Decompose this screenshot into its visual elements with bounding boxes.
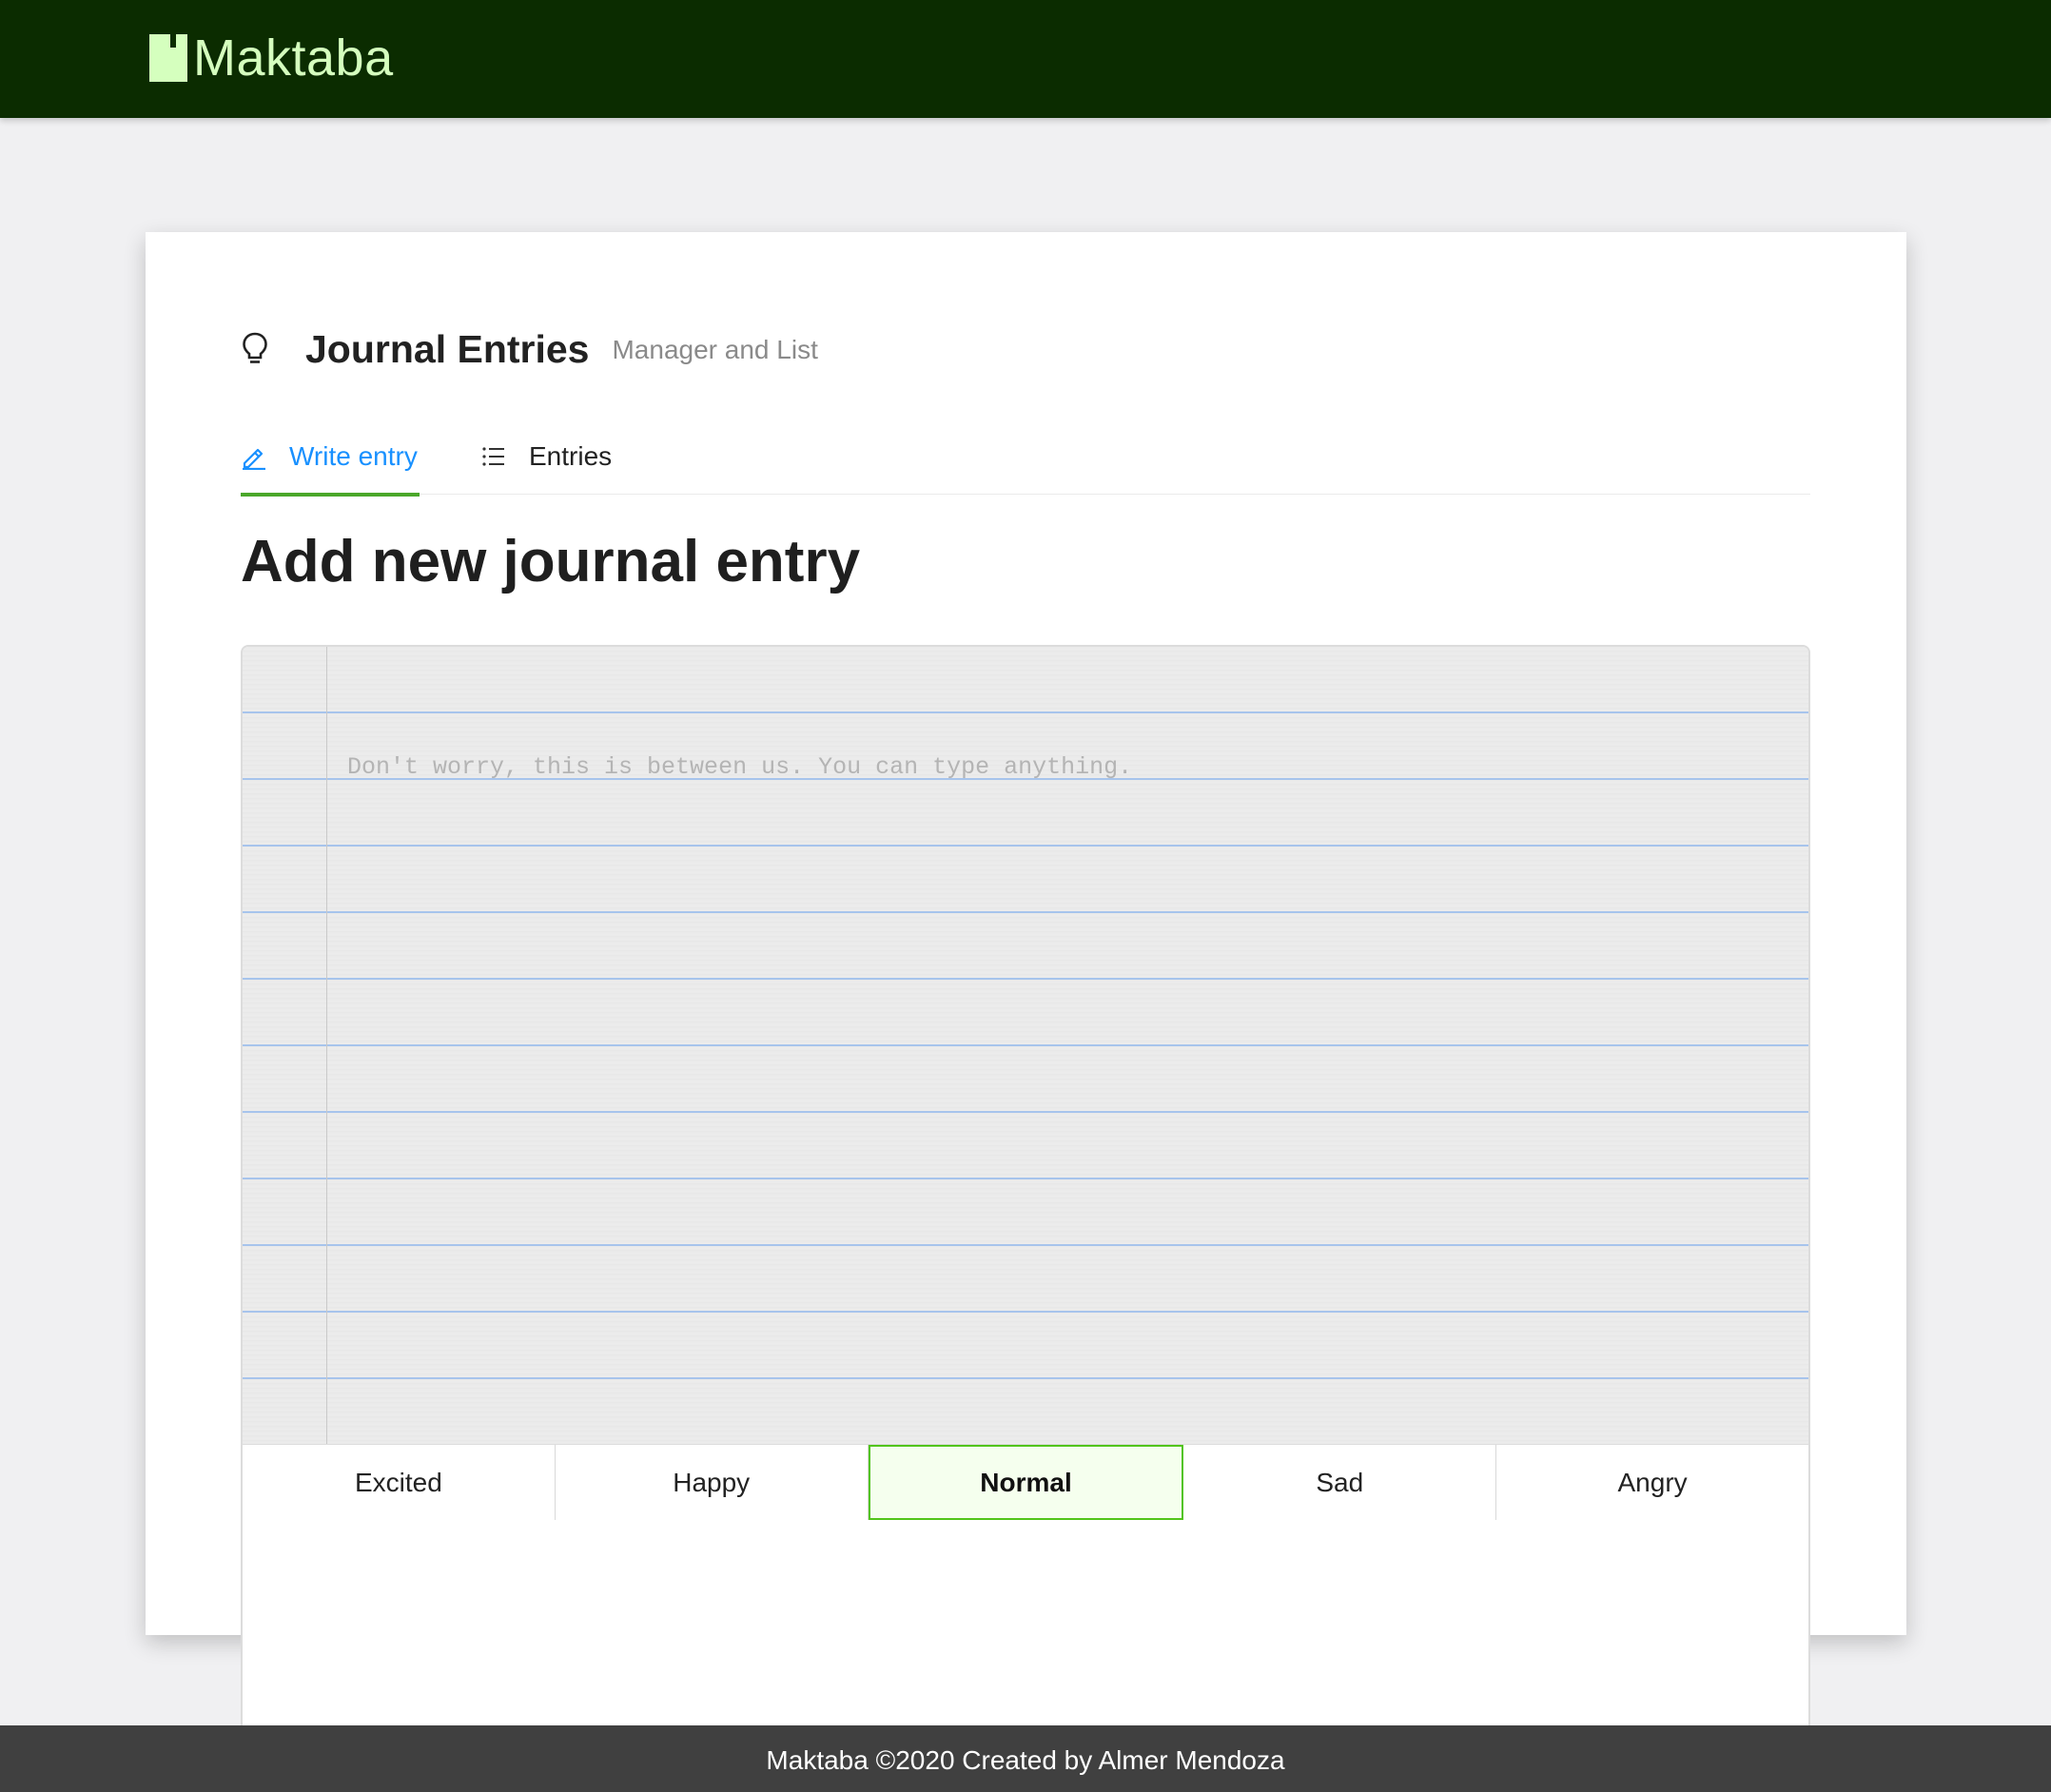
mood-option-excited[interactable]: Excited <box>243 1445 556 1520</box>
edit-pencil-icon <box>243 448 265 470</box>
notebook-margin-line <box>326 647 327 1444</box>
mood-option-normal[interactable]: Normal <box>868 1445 1184 1520</box>
mood-option-angry[interactable]: Angry <box>1496 1445 1808 1520</box>
tab-entries-label: Entries <box>529 441 613 471</box>
mood-option-sad[interactable]: Sad <box>1183 1445 1497 1520</box>
form-title: Add new journal entry <box>241 529 861 594</box>
brand-name: Maktaba <box>193 29 394 87</box>
footer-text: Maktaba ©2020 Created by Almer Mendoza <box>766 1745 1285 1775</box>
tab-bar: Write entry Entries <box>241 419 1810 497</box>
lightbulb-icon <box>243 332 267 363</box>
mood-selector: Excited Happy Normal Sad Angry <box>243 1444 1808 1520</box>
main-card: Journal Entries Manager and List Write e… <box>146 232 1906 1758</box>
tab-entries[interactable]: Entries <box>480 419 612 495</box>
page-subtitle: Manager and List <box>612 335 818 364</box>
page-footer: Maktaba ©2020 Created by Almer Mendoza <box>0 1725 2051 1792</box>
top-navbar: Maktaba <box>0 0 2051 118</box>
journal-entry-textarea[interactable] <box>328 647 1808 1444</box>
brand-logo-link[interactable]: Maktaba <box>149 25 394 91</box>
page-title: Journal Entries <box>305 326 590 371</box>
tab-write-entry-label: Write entry <box>289 441 418 471</box>
journal-notebook: Excited Happy Normal Sad Angry <box>241 645 1810 1758</box>
list-icon <box>482 447 504 466</box>
page-header: Journal Entries Manager and List <box>241 316 818 382</box>
mood-option-happy[interactable]: Happy <box>555 1445 869 1520</box>
book-icon <box>149 34 187 82</box>
tab-write-entry[interactable]: Write entry <box>241 419 420 497</box>
